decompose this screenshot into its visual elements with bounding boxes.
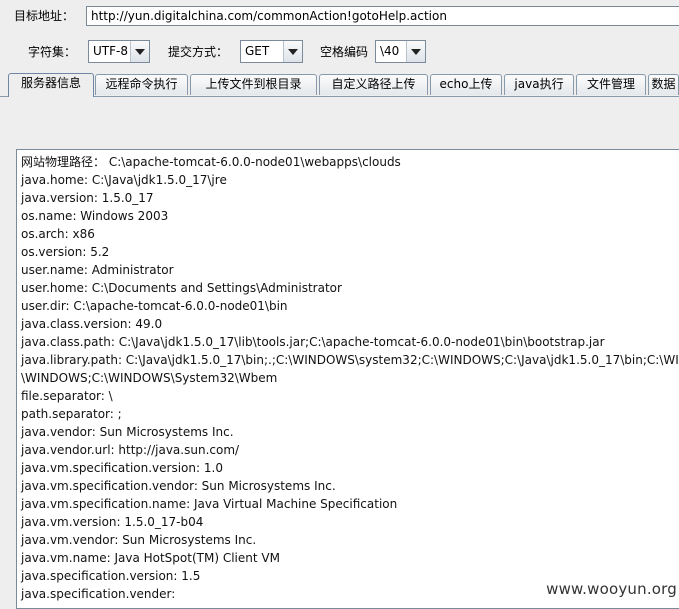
chevron-down-icon[interactable] xyxy=(406,41,425,62)
output-line: java.class.path: C:\Java\jdk1.5.0_17\lib… xyxy=(21,335,605,349)
space-encoding-select[interactable]: \40 xyxy=(375,40,426,63)
tab-remote-command[interactable]: 远程命令执行 xyxy=(95,74,188,95)
target-row: 目标地址： http://yun.digitalchina.com/common… xyxy=(0,6,679,28)
output-line: java.vm.name: Java HotSpot(TM) Client VM xyxy=(21,551,280,565)
charset-value: UTF-8 xyxy=(93,44,128,58)
output-line: os.name: Windows 2003 xyxy=(21,209,169,223)
tab-echo-upload[interactable]: echo上传 xyxy=(430,74,502,95)
tab-file-manager[interactable]: 文件管理 xyxy=(576,74,646,95)
watermark: www.wooyun.org xyxy=(546,580,677,598)
output-line: user.name: Administrator xyxy=(21,263,174,277)
output-line: \WINDOWS;C:\WINDOWS\System32\Wbem xyxy=(21,371,278,385)
output-line: 网站物理路径： C:\apache-tomcat-6.0.0-node01\we… xyxy=(21,155,401,169)
space-encoding-value: \40 xyxy=(380,44,400,58)
output-line: java.library.path: C:\Java\jdk1.5.0_17\b… xyxy=(21,353,679,367)
tab-custom-path-upload[interactable]: 自定义路径上传 xyxy=(319,74,428,95)
output-line: java.vendor: Sun Microsystems Inc. xyxy=(21,425,234,439)
output-lines: 网站物理路径： C:\apache-tomcat-6.0.0-node01\we… xyxy=(21,153,679,603)
output-line: java.version: 1.5.0_17 xyxy=(21,191,154,205)
output-line: user.home: C:\Documents and Settings\Adm… xyxy=(21,281,342,295)
server-info-output[interactable]: 网站物理路径： C:\apache-tomcat-6.0.0-node01\we… xyxy=(16,149,679,609)
output-line: java.vm.specification.vendor: Sun Micros… xyxy=(21,479,336,493)
tab-java-exec[interactable]: java执行 xyxy=(504,74,574,95)
chevron-down-icon[interactable] xyxy=(283,41,302,62)
output-line: path.separator: ; xyxy=(21,407,122,421)
output-line: java.vm.specification.name: Java Virtual… xyxy=(21,497,398,511)
output-line: java.vm.vendor: Sun Microsystems Inc. xyxy=(21,533,257,547)
output-line: java.vendor.url: http://java.sun.com/ xyxy=(21,443,240,457)
space-encoding-label: 空格编码 xyxy=(320,45,369,59)
output-line: os.version: 5.2 xyxy=(21,245,110,259)
tab-server-info[interactable]: 服务器信息 xyxy=(8,73,94,97)
output-line: os.arch: x86 xyxy=(21,227,95,241)
chevron-down-icon[interactable] xyxy=(130,41,149,62)
output-line: java.home: C:\Java\jdk1.5.0_17\jre xyxy=(21,173,227,187)
tab-upload-root[interactable]: 上传文件到根目录 xyxy=(190,74,317,95)
output-line: java.vm.specification.version: 1.0 xyxy=(21,461,223,475)
target-url-input[interactable]: http://yun.digitalchina.com/commonAction… xyxy=(86,6,679,26)
tab-data[interactable]: 数据 xyxy=(648,74,679,95)
tab-bar: 服务器信息 远程命令执行 上传文件到根目录 自定义路径上传 echo上传 jav… xyxy=(0,73,679,97)
charset-label: 字符集： xyxy=(28,45,77,59)
tab-toolbar-area xyxy=(0,97,679,143)
charset-select[interactable]: UTF-8 xyxy=(88,40,150,63)
method-label: 提交方式： xyxy=(168,45,229,59)
output-line: java.vm.version: 1.5.0_17-b04 xyxy=(21,515,204,529)
options-row: 字符集： UTF-8 提交方式： GET 空格编码 \40 xyxy=(0,40,679,64)
output-line: file.separator: \ xyxy=(21,389,113,403)
output-line: user.dir: C:\apache-tomcat-6.0.0-node01\… xyxy=(21,299,288,313)
method-value: GET xyxy=(245,44,270,58)
output-line: java.class.version: 49.0 xyxy=(21,317,163,331)
method-select[interactable]: GET xyxy=(240,40,303,63)
target-label: 目标地址： xyxy=(14,9,75,23)
